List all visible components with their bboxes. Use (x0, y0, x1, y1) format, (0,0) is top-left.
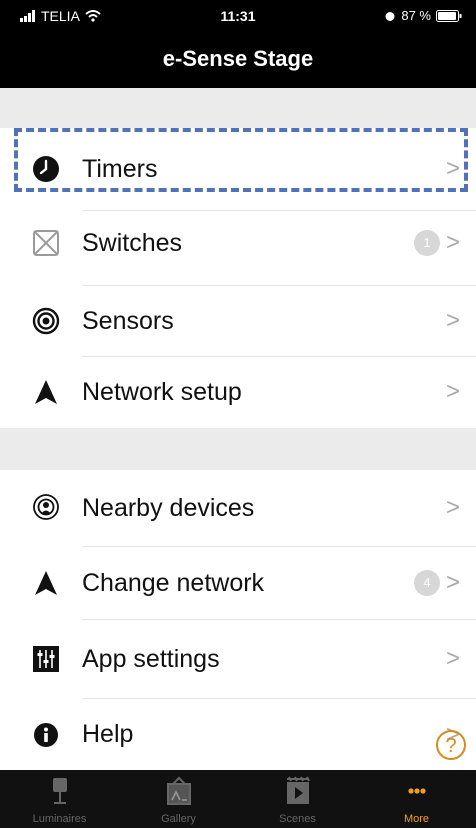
network-arrow-icon (28, 374, 64, 410)
status-bar: TELIA 11:31 87 % (0, 0, 476, 30)
tab-label: Luminaires (32, 813, 87, 825)
menu-item-label: Help (82, 720, 134, 748)
help-button[interactable]: ? (436, 730, 466, 760)
menu-item-switches[interactable]: Switches 1 > (0, 211, 476, 275)
section-separator (0, 428, 476, 470)
chevron-right-icon: > (445, 307, 460, 334)
menu-item-label: Change network (82, 568, 265, 597)
alarm-icon (385, 11, 395, 21)
menu-item-sensors[interactable]: Sensors > (0, 286, 476, 356)
menu-item-label: Nearby devices (82, 493, 255, 522)
menu-item-timers[interactable]: Timers > (0, 128, 476, 210)
menu-item-label: Sensors (82, 306, 174, 335)
menu-item-nearby-devices[interactable]: Nearby devices > (0, 470, 476, 546)
tab-label: Scenes (279, 813, 316, 825)
menu-item-change-network[interactable]: Change network 4 > (0, 547, 476, 619)
chevron-right-icon: > (445, 378, 460, 405)
more-dots-icon (408, 788, 426, 794)
menu-item-app-settings[interactable]: App settings > (0, 620, 476, 698)
battery-percent: 87 % (401, 8, 431, 23)
section-separator (0, 88, 476, 128)
menu-item-label: App settings (82, 644, 220, 673)
menu-item-label: Switches (82, 228, 183, 257)
clock-icon (28, 151, 64, 187)
chevron-right-icon: > (445, 645, 460, 672)
count-badge: 1 (414, 230, 440, 256)
tab-more[interactable]: More (357, 770, 476, 828)
menu-item-help[interactable]: Help > (0, 699, 476, 770)
info-icon (28, 717, 64, 753)
status-right: 87 % (384, 8, 462, 23)
navigation-bar: e-Sense Stage (0, 30, 476, 88)
battery-icon (436, 9, 462, 22)
nearby-devices-icon (28, 490, 64, 526)
tab-scenes[interactable]: Scenes (238, 770, 357, 828)
tab-label: More (403, 813, 430, 825)
scenes-icon (287, 776, 310, 804)
menu-item-network-setup[interactable]: Network setup > (0, 357, 476, 427)
chevron-right-icon: > (445, 155, 460, 182)
page-title: e-Sense Stage (162, 46, 314, 71)
network-arrow-icon (28, 565, 64, 601)
tab-gallery[interactable]: Gallery (119, 770, 238, 828)
sliders-icon (28, 641, 64, 677)
gallery-icon (167, 776, 191, 805)
count-badge: 4 (414, 570, 440, 596)
tab-luminaires[interactable]: Luminaires (0, 770, 119, 828)
tab-bar: Luminaires Gallery Scenes More (0, 770, 476, 828)
chevron-right-icon: > (445, 494, 460, 521)
sensor-icon (28, 303, 64, 339)
switch-icon (28, 225, 64, 261)
lamp-icon (53, 778, 67, 804)
menu-item-label: Network setup (82, 377, 242, 406)
tab-label: Gallery (161, 813, 196, 825)
chevron-right-icon: > (445, 229, 460, 256)
menu-item-label: Timers (82, 154, 158, 183)
chevron-right-icon: > (445, 569, 460, 596)
